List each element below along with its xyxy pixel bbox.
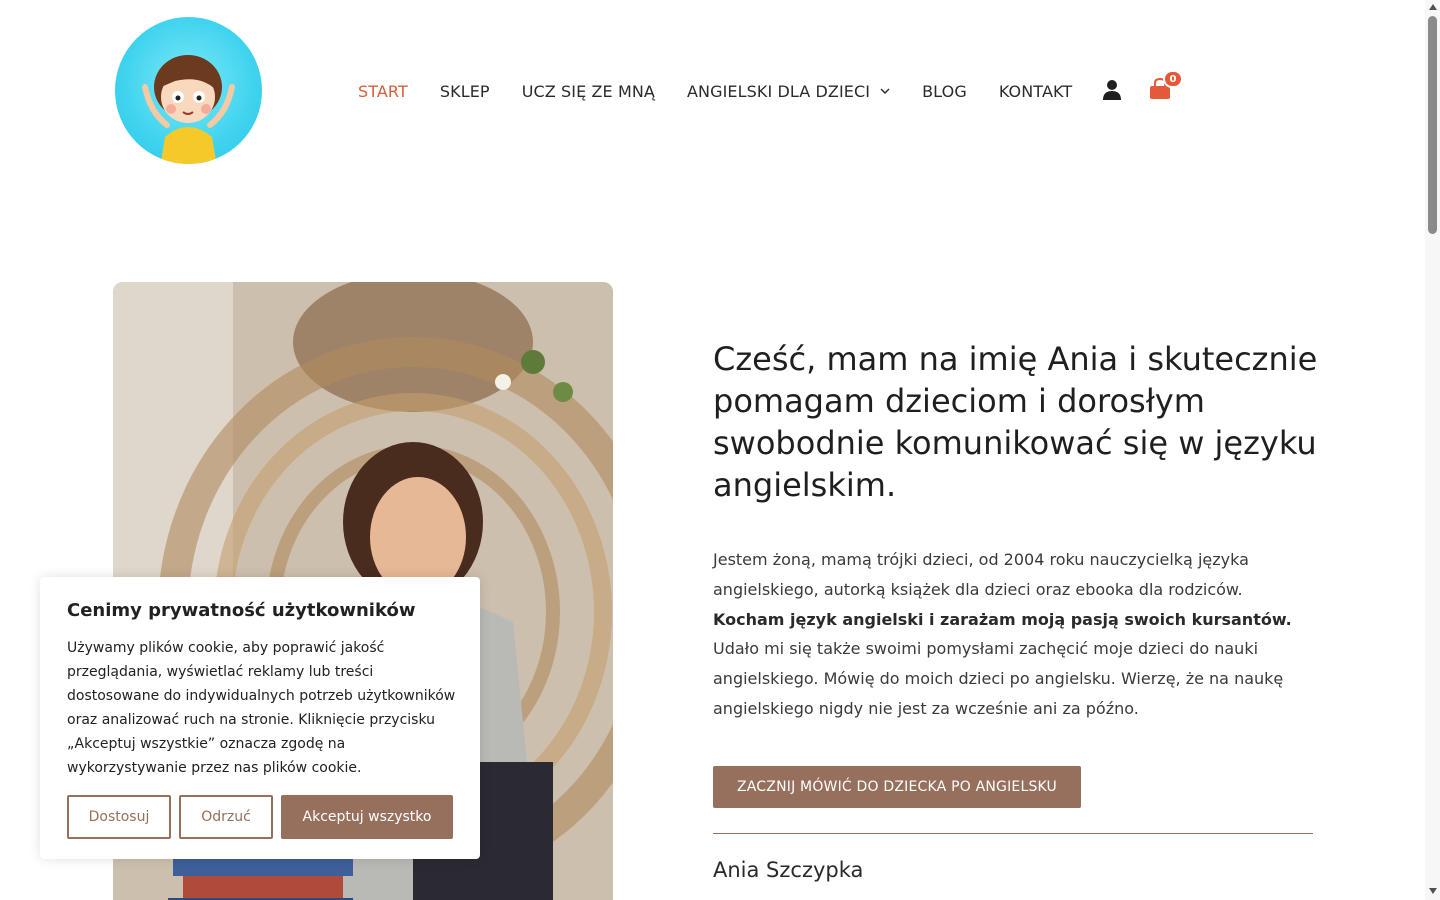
girl-illustration	[142, 55, 235, 164]
nav-item-ucz-sie-ze-mna[interactable]: UCZ SIĘ ZE MNĄ	[522, 82, 655, 101]
main-nav: START SKLEP UCZ SIĘ ZE MNĄ ANGIELSKI DLA…	[358, 79, 1104, 103]
nav-item-sklep[interactable]: SKLEP	[440, 82, 490, 101]
site-logo[interactable]	[115, 17, 262, 164]
cookie-accept-button[interactable]: Akceptuj wszystko	[281, 795, 453, 839]
scrollbar-thumb[interactable]	[1428, 16, 1437, 234]
divider	[713, 833, 1313, 834]
nav-item-kontakt[interactable]: KONTAKT	[999, 82, 1072, 101]
cart-button[interactable]: 0	[1149, 70, 1183, 102]
cart-count-badge: 0	[1163, 70, 1183, 88]
scroll-up-arrow-icon[interactable]	[1429, 4, 1437, 10]
scroll-down-arrow-icon[interactable]	[1429, 888, 1437, 894]
bio-text-rest: Udało mi się także swoimi pomysłami zach…	[713, 639, 1284, 718]
nav-item-angielski-dla-dzieci-label: ANGIELSKI DLA DZIECI	[686, 81, 871, 101]
hero-bio: Jestem żoną, mamą trójki dzieci, od 2004…	[713, 545, 1313, 724]
header-icons: 0	[1102, 70, 1183, 102]
chevron-down-icon	[880, 88, 890, 94]
cookie-title: Cenimy prywatność użytkowników	[67, 600, 416, 621]
nav-item-blog[interactable]: BLOG	[922, 82, 967, 101]
user-icon[interactable]	[1102, 79, 1122, 101]
scrollbar[interactable]	[1425, 0, 1440, 900]
cookie-customize-button[interactable]: Dostosuj	[67, 795, 171, 839]
hero-headline: Cześć, mam na imię Ania i skutecznie pom…	[713, 340, 1318, 504]
cta-button[interactable]: ZACZNIJ MÓWIĆ DO DZIECKA PO ANGIELSKU	[713, 766, 1081, 808]
cookie-buttons: Dostosuj Odrzuć Akceptuj wszystko	[67, 795, 461, 839]
bio-text-intro: Jestem żoną, mamą trójki dzieci, od 2004…	[713, 550, 1249, 599]
nav-item-start[interactable]: START	[358, 82, 408, 101]
cookie-reject-button[interactable]: Odrzuć	[179, 795, 273, 839]
bio-text-bold: Kocham język angielski i zarażam moją pa…	[713, 609, 1292, 629]
cookie-text: Używamy plików cookie, aby poprawić jako…	[67, 640, 456, 776]
cookie-consent-banner: Cenimy prywatność użytkowników Używamy p…	[40, 577, 480, 859]
nav-item-angielski-dla-dzieci[interactable]: ANGIELSKI DLA DZIECI	[687, 82, 890, 101]
author-name: Ania Szczypka	[713, 858, 864, 882]
